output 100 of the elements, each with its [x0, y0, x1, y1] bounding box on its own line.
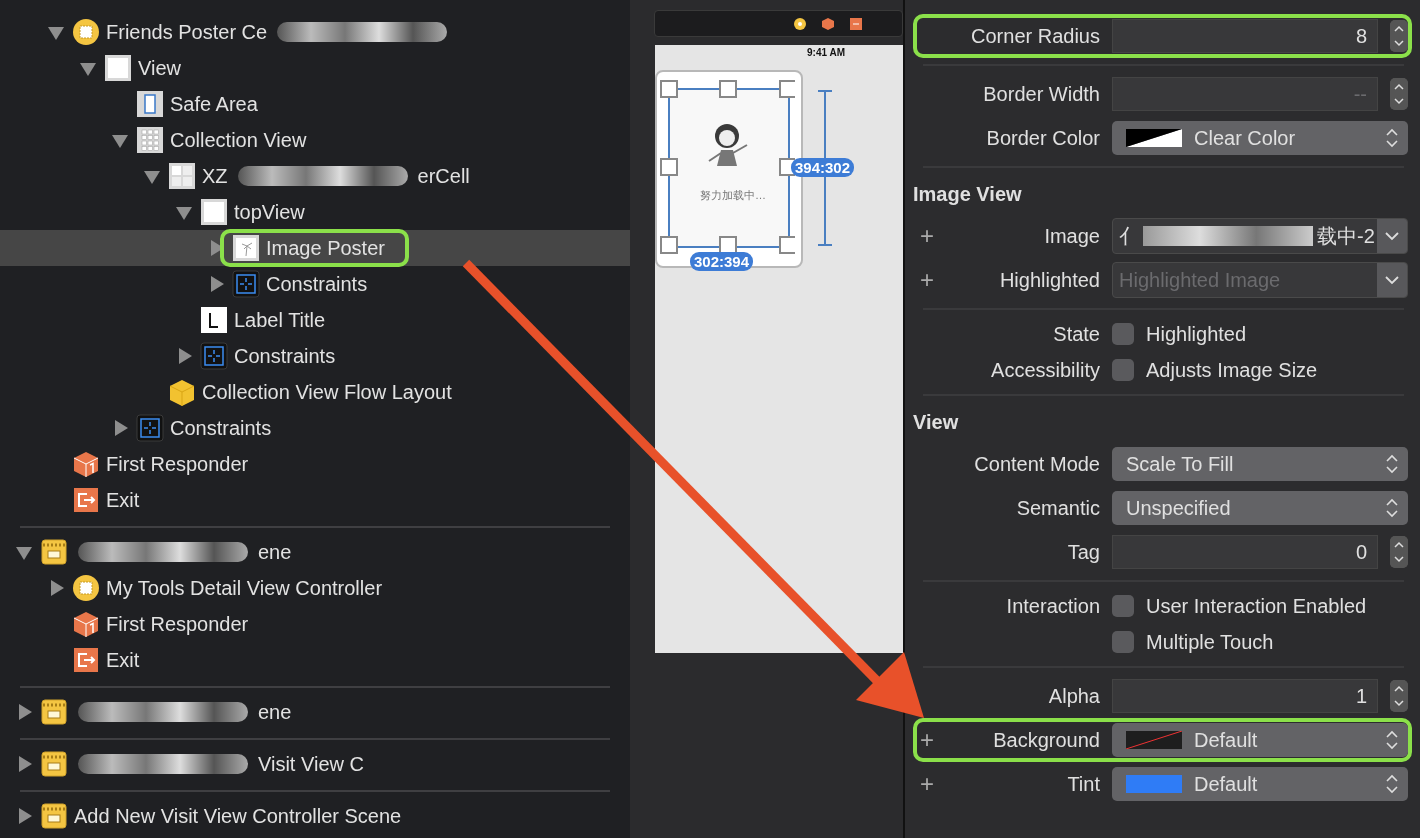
up-down-chevron-icon	[1386, 773, 1398, 795]
color-swatch	[1126, 129, 1182, 147]
item-label: Exit	[106, 488, 140, 512]
cube-icon[interactable]	[822, 17, 834, 30]
view-icon	[104, 54, 132, 82]
height-badge: 394:302	[791, 158, 855, 177]
outline-row[interactable]: Image Poster	[0, 230, 630, 266]
safe-area-icon	[136, 90, 164, 118]
outline-row[interactable]: Friends Poster Ce	[0, 14, 630, 50]
image-view[interactable]	[660, 80, 795, 255]
up-down-chevron-icon	[1386, 127, 1398, 149]
outline-row[interactable]: Label Title	[0, 302, 630, 338]
view-controller-icon	[72, 574, 100, 602]
number-field[interactable]: 8	[1112, 19, 1378, 53]
item-label: Safe Area	[170, 92, 258, 116]
outline-row[interactable]: First Responder	[0, 446, 630, 482]
property-label: Tint	[1066, 772, 1100, 796]
item-label: Visit View C	[258, 752, 364, 776]
cell-icon	[168, 162, 196, 190]
add-variation-button[interactable]: +	[919, 726, 935, 754]
scene-icon	[40, 538, 68, 566]
item-label: Constraints	[234, 344, 336, 368]
item-label: Collection View	[170, 128, 307, 152]
outline-row[interactable]: topView	[0, 194, 630, 230]
width-badge: 302:394	[690, 252, 754, 271]
property-label: Alpha	[1047, 684, 1100, 708]
section-title: View	[913, 409, 960, 435]
add-variation-button[interactable]: +	[919, 222, 935, 250]
outline-row[interactable]: Exit	[0, 642, 630, 678]
property-label: Highlighted	[998, 268, 1100, 292]
exit-icon[interactable]	[850, 17, 862, 30]
constraints-icon	[200, 342, 228, 370]
color-popup[interactable]: Default	[1112, 723, 1408, 757]
outline-row[interactable]: Collection View	[0, 122, 630, 158]
loading-text: 努力加载中…	[700, 188, 766, 203]
view-controller-icon	[72, 18, 100, 46]
item-label: ene	[258, 540, 292, 564]
property-label: State	[1052, 322, 1100, 346]
outline-row[interactable]: View	[0, 50, 630, 86]
outline-row[interactable]: First Responder	[0, 606, 630, 642]
property-label: Content Mode	[973, 452, 1100, 476]
outline-row[interactable]: ene	[0, 694, 630, 730]
number-field[interactable]: 1	[1112, 679, 1378, 713]
property-label: Accessibility	[990, 358, 1100, 382]
property-label: Tag	[1066, 540, 1100, 564]
stepper[interactable]	[1390, 78, 1408, 110]
checkbox[interactable]	[1112, 323, 1134, 345]
property-label: Interaction	[1005, 594, 1100, 618]
checkbox-label: Multiple Touch	[1146, 630, 1274, 654]
item-label: Constraints	[170, 416, 272, 440]
outline-row[interactable]: Add New Visit View Controller Scene	[0, 798, 630, 834]
outline-row[interactable]: Collection View Flow Layout	[0, 374, 630, 410]
stepper[interactable]	[1390, 536, 1408, 568]
scene-icon	[40, 698, 68, 726]
label-icon	[200, 306, 228, 334]
cube-icon	[72, 610, 100, 638]
color-swatch	[1126, 731, 1182, 749]
image-combo-field[interactable]: 亻 载中-2	[1112, 218, 1408, 254]
checkbox-label: Adjusts Image Size	[1146, 358, 1318, 382]
image-icon	[232, 234, 260, 262]
popup-button[interactable]: Unspecified	[1112, 491, 1408, 525]
outline-row[interactable]: ene	[0, 534, 630, 570]
item-label: topView	[234, 200, 305, 224]
outline-row[interactable]: My Tools Detail View Controller	[0, 570, 630, 606]
item-label: Add New Visit View Controller Scene	[74, 804, 402, 828]
item-label: 亻	[1119, 223, 1139, 249]
checkbox[interactable]	[1112, 359, 1134, 381]
constraints-icon	[136, 414, 164, 442]
property-label: Border Color	[985, 126, 1100, 150]
property-label: Background	[992, 728, 1100, 752]
item-label: ene	[258, 700, 292, 724]
checkbox[interactable]	[1112, 595, 1134, 617]
outline-row[interactable]: Constraints	[0, 338, 630, 374]
add-variation-button[interactable]: +	[919, 266, 935, 294]
scene-icon	[40, 750, 68, 778]
outline-row[interactable]: Exit	[0, 482, 630, 518]
outline-row[interactable]: Constraints	[0, 266, 630, 302]
stepper[interactable]	[1390, 680, 1408, 712]
stepper[interactable]	[1390, 20, 1408, 52]
property-label: Image	[1043, 224, 1100, 248]
checkbox-label: Highlighted	[1146, 322, 1247, 346]
exit-icon	[72, 486, 100, 514]
up-down-chevron-icon	[1386, 729, 1398, 751]
chevron-down-icon	[1385, 231, 1399, 241]
checkbox[interactable]	[1112, 631, 1134, 653]
outline-row[interactable]: Safe Area	[0, 86, 630, 122]
view-controller-icon[interactable]	[794, 17, 806, 30]
item-label: Constraints	[266, 272, 368, 296]
grid-icon	[136, 126, 164, 154]
popup-button[interactable]: Scale To Fill	[1112, 447, 1408, 481]
outline-row[interactable]: XZ erCell	[0, 158, 630, 194]
color-popup[interactable]: Default	[1112, 767, 1408, 801]
outline-row[interactable]: Visit View C	[0, 746, 630, 782]
color-popup[interactable]: Clear Color	[1112, 121, 1408, 155]
number-field[interactable]: 0	[1112, 535, 1378, 569]
item-label: Exit	[106, 648, 140, 672]
add-variation-button[interactable]: +	[919, 770, 935, 798]
status-time: 9:41 AM	[807, 47, 845, 58]
item-label: First Responder	[106, 452, 249, 476]
outline-row[interactable]: Constraints	[0, 410, 630, 446]
